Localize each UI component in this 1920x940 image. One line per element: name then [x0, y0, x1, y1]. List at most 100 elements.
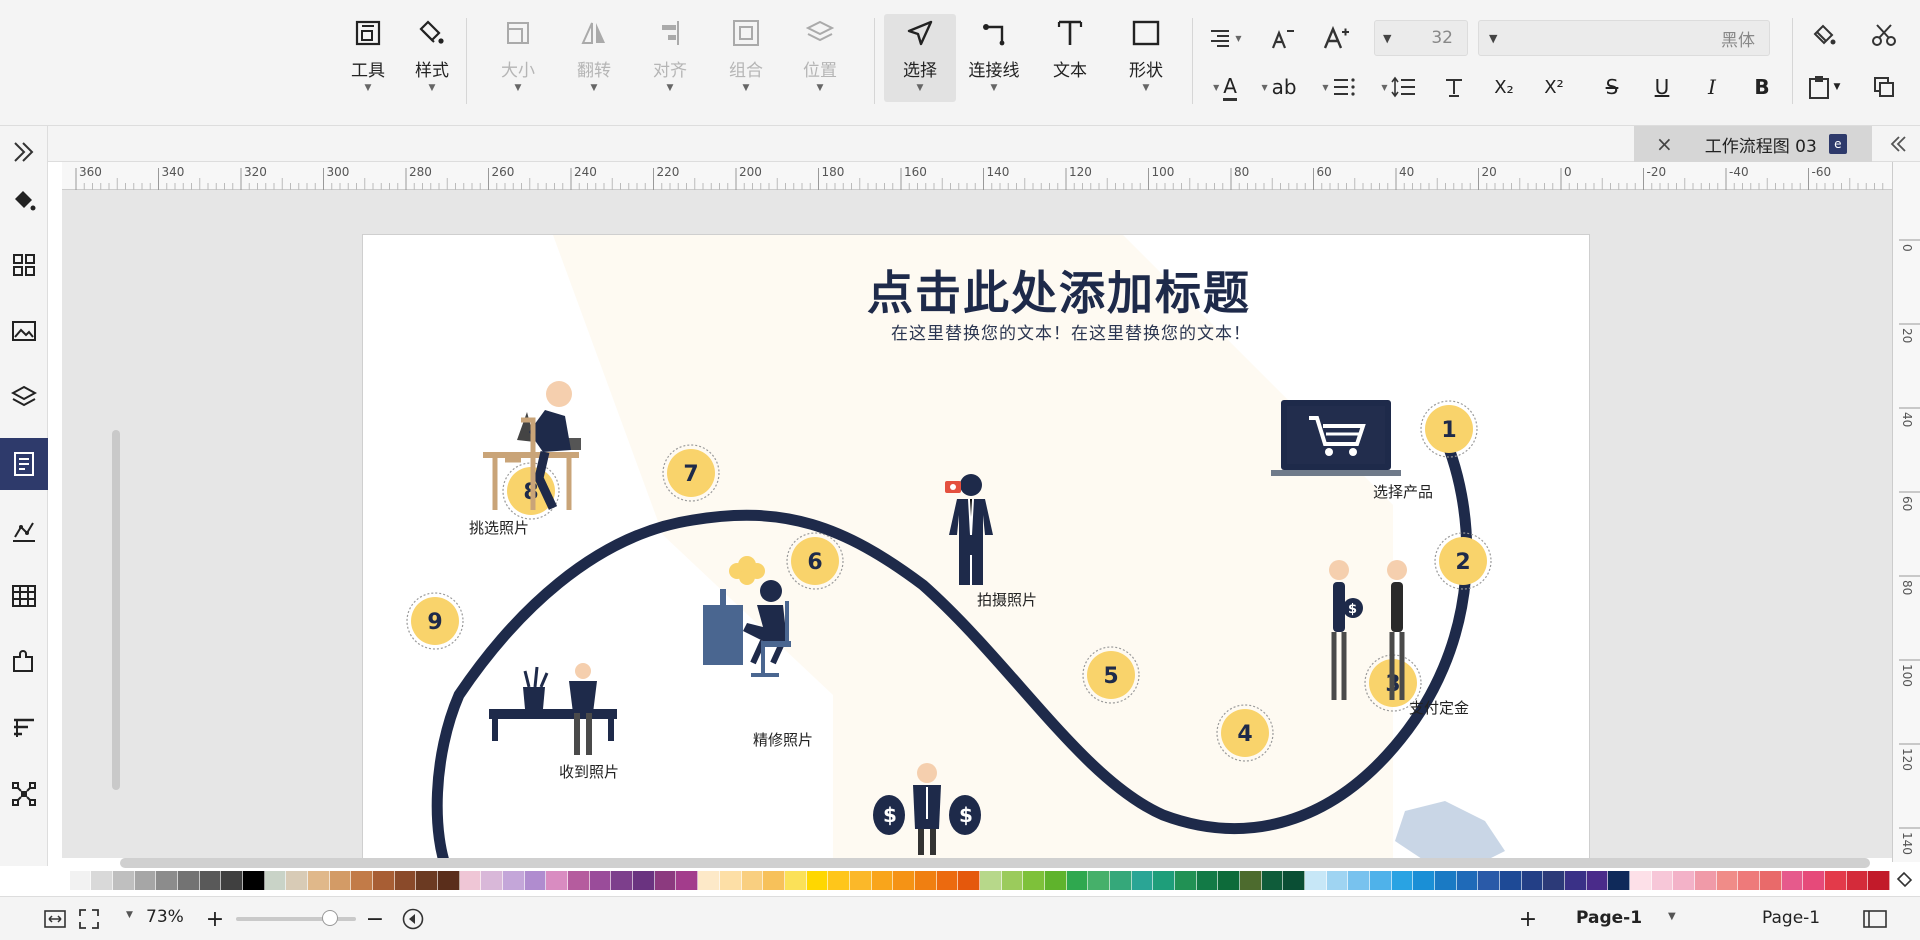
color-swatch[interactable]: [1803, 870, 1826, 890]
zoom-slider-thumb[interactable]: [322, 910, 338, 926]
collapse-panel-button[interactable]: [1880, 128, 1916, 160]
color-swatch[interactable]: [1239, 870, 1262, 890]
color-swatch[interactable]: [69, 870, 92, 890]
color-swatch[interactable]: [1369, 870, 1392, 890]
color-swatch[interactable]: [1218, 870, 1240, 890]
color-swatch[interactable]: [1521, 870, 1544, 890]
color-swatch[interactable]: [416, 870, 439, 890]
color-swatch[interactable]: [893, 870, 915, 890]
step-label[interactable]: 挑选照片: [469, 519, 529, 537]
color-swatch[interactable]: [1326, 870, 1349, 890]
color-swatch[interactable]: [1738, 870, 1761, 890]
style-button[interactable]: 样式 ▼: [398, 14, 466, 102]
font-name-field[interactable]: ▼ 黑体: [1478, 20, 1770, 56]
color-swatch[interactable]: [1651, 870, 1674, 890]
sidebar-chart[interactable]: [0, 504, 48, 556]
diagram-subtitle[interactable]: 在这里替换您的文本！在这里替换您的文本！: [811, 319, 1251, 344]
color-swatch[interactable]: [1391, 870, 1414, 890]
format-painter-button[interactable]: [1804, 18, 1844, 52]
color-swatch[interactable]: [1825, 870, 1847, 890]
color-swatch[interactable]: [914, 870, 937, 890]
font-size-field[interactable]: ▼ 32: [1374, 20, 1468, 56]
paragraph-align-button[interactable]: ▼: [1200, 22, 1250, 54]
text-tool-button[interactable]: 文本: [1036, 14, 1104, 102]
color-swatch[interactable]: [828, 870, 850, 890]
color-swatch[interactable]: [1153, 870, 1175, 890]
color-swatch[interactable]: [1456, 870, 1479, 890]
position-button[interactable]: 位置 ▼: [786, 14, 854, 102]
sidebar-symbols[interactable]: [0, 239, 48, 291]
zoom-in-button[interactable]: +: [202, 905, 228, 933]
copy-button[interactable]: [1864, 70, 1904, 104]
color-swatch[interactable]: [524, 870, 547, 890]
sidebar-image[interactable]: [0, 305, 48, 357]
color-swatch[interactable]: [459, 870, 482, 890]
color-swatch[interactable]: [698, 870, 720, 890]
color-swatch[interactable]: [48, 870, 70, 890]
group-button[interactable]: 组合 ▼: [712, 14, 780, 102]
expand-sidebar-button[interactable]: [0, 126, 48, 178]
page-panel-button[interactable]: [1858, 905, 1892, 933]
step-6-marker[interactable]: 6: [786, 532, 844, 590]
list-button[interactable]: ▼: [1314, 70, 1364, 104]
tab-close-button[interactable]: ×: [1656, 132, 1673, 156]
zoom-out-button[interactable]: −: [362, 905, 388, 933]
color-swatch[interactable]: [394, 870, 417, 890]
color-swatch[interactable]: [1846, 870, 1869, 890]
color-swatch[interactable]: [113, 870, 135, 890]
color-swatch[interactable]: [221, 870, 244, 890]
color-swatch[interactable]: [1500, 870, 1522, 890]
paste-button[interactable]: ▼: [1798, 70, 1848, 104]
text-style-button[interactable]: [1436, 70, 1472, 104]
add-page-button[interactable]: +: [1514, 905, 1542, 933]
zoom-dropdown-icon[interactable]: ▼: [126, 910, 133, 920]
color-swatch[interactable]: [546, 870, 569, 890]
color-swatch[interactable]: [1131, 870, 1154, 890]
color-swatch[interactable]: [1673, 870, 1696, 890]
step-2-marker[interactable]: 2: [1434, 532, 1492, 590]
cut-button[interactable]: [1864, 18, 1904, 52]
color-swatch[interactable]: [1023, 870, 1045, 890]
sidebar-layers[interactable]: [0, 371, 48, 423]
color-swatch[interactable]: [589, 870, 612, 890]
color-swatch[interactable]: [1304, 870, 1327, 890]
color-swatch[interactable]: [958, 870, 980, 890]
color-swatch[interactable]: [91, 870, 114, 890]
sidebar-fill[interactable]: [0, 174, 48, 226]
color-swatch[interactable]: [199, 870, 222, 890]
color-swatch[interactable]: [134, 870, 157, 890]
vertical-scrollbar[interactable]: [112, 430, 120, 790]
step-7-marker[interactable]: 7: [662, 444, 720, 502]
color-swatch[interactable]: [741, 870, 764, 890]
diagram-title[interactable]: 点击此处添加标题: [811, 257, 1251, 323]
zoom-slider[interactable]: [236, 910, 356, 926]
color-swatch[interactable]: [1001, 870, 1024, 890]
fit-page-button[interactable]: [40, 905, 70, 933]
color-swatch[interactable]: [308, 870, 330, 890]
color-swatch[interactable]: [156, 870, 179, 890]
color-swatch[interactable]: [1781, 870, 1804, 890]
color-swatch[interactable]: [1283, 870, 1305, 890]
color-swatch[interactable]: [568, 870, 590, 890]
color-swatch[interactable]: [1413, 870, 1435, 890]
color-swatch[interactable]: [979, 870, 1002, 890]
select-tool-button[interactable]: 选择 ▼: [884, 14, 956, 102]
color-swatch[interactable]: [373, 870, 395, 890]
page-tab-active[interactable]: Page-1: [1576, 908, 1642, 928]
step-4-marker[interactable]: 4: [1216, 704, 1274, 762]
zoom-level[interactable]: 73%: [146, 907, 184, 927]
superscript-button[interactable]: X²: [1534, 70, 1574, 104]
color-swatch[interactable]: [1630, 870, 1652, 890]
sidebar-plugin[interactable]: [0, 636, 48, 688]
color-swatch[interactable]: [633, 870, 655, 890]
color-swatch[interactable]: [438, 870, 460, 890]
line-spacing-button[interactable]: ▼: [1374, 70, 1424, 104]
color-swatch[interactable]: [351, 870, 374, 890]
color-swatch[interactable]: [1348, 870, 1370, 890]
shape-tool-button[interactable]: 形状 ▼: [1112, 14, 1180, 102]
color-swatch[interactable]: [849, 870, 872, 890]
page-dropdown-icon[interactable]: ▼: [1668, 911, 1676, 922]
step-label[interactable]: 支付定金: [1409, 699, 1469, 717]
color-swatch[interactable]: [329, 870, 352, 890]
step-label[interactable]: 收到照片: [559, 763, 619, 781]
